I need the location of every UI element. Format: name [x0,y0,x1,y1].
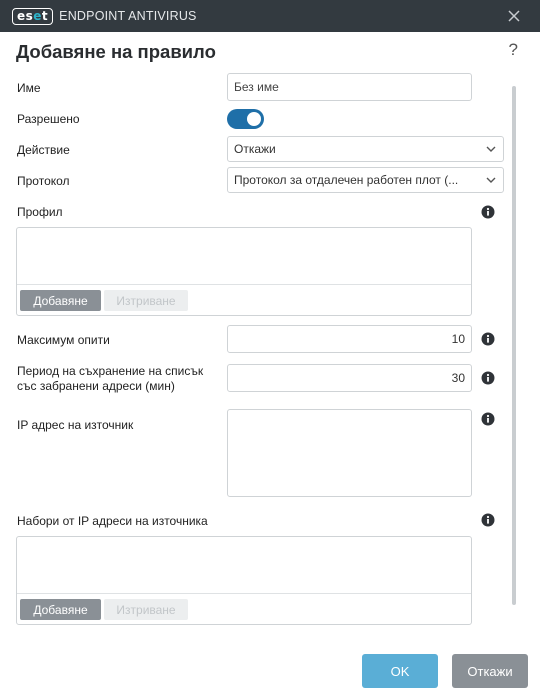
max-attempts-label: Максимум опити [17,333,110,347]
enabled-toggle[interactable] [227,109,264,129]
info-icon[interactable] [481,371,495,385]
app-name: ENDPOINT ANTIVIRUS [59,9,197,23]
protocol-select-value: Протокол за отдалечен работен плот (... [234,173,459,187]
info-icon[interactable] [481,412,495,426]
profile-delete-button: Изтриване [104,290,188,311]
close-icon [508,10,520,22]
window-titlebar: es e t ENDPOINT ANTIVIRUS [0,0,540,32]
source-ip-sets-list[interactable]: Добавяне Изтриване [16,536,472,625]
close-button[interactable] [506,8,522,24]
profile-label: Профил [17,205,63,219]
name-input[interactable]: Без име [227,73,472,101]
toggle-knob [247,112,261,126]
blacklist-period-label-line2: със забранени адреси (мин) [17,379,175,393]
info-icon[interactable] [481,513,495,527]
profile-list[interactable]: Добавяне Изтриване [16,227,472,316]
sets-delete-button: Изтриване [104,599,188,620]
profile-list-toolbar: Добавяне Изтриване [17,284,471,315]
source-ip-sets-label: Набори от IP адреси на източника [17,514,208,528]
ok-button[interactable]: OK [362,654,438,688]
page-title: Добавяне на правило [16,41,216,62]
chevron-down-icon [486,146,496,152]
protocol-label: Протокол [17,174,70,188]
protocol-select[interactable]: Протокол за отдалечен работен плот (... [227,167,504,193]
dialog-header: Добавяне на правило ? [0,32,540,72]
name-label: Име [17,81,41,95]
logo-text-left: es [17,9,34,23]
action-select[interactable]: Откажи [227,136,504,162]
info-icon[interactable] [481,332,495,346]
source-ip-label: IP адрес на източник [17,418,134,432]
cancel-button[interactable]: Откажи [452,654,528,688]
sets-add-button[interactable]: Добавяне [20,599,101,620]
vertical-scrollbar[interactable] [512,86,516,605]
help-button[interactable]: ? [509,40,518,60]
blacklist-period-input[interactable]: 30 [227,364,472,392]
blacklist-period-label: Период на съхранение на списък със забра… [17,364,203,394]
action-label: Действие [17,143,70,157]
blacklist-period-label-line1: Период на съхранение на списък [17,364,204,378]
source-ip-sets-toolbar: Добавяне Изтриване [17,593,471,624]
max-attempts-input[interactable]: 10 [227,325,472,353]
profile-add-button[interactable]: Добавяне [20,290,101,311]
chevron-down-icon [486,177,496,183]
enabled-label: Разрешено [17,112,80,126]
action-select-value: Откажи [234,142,276,156]
logo-text-mid: e [33,9,42,23]
logo-text-right: t [41,9,49,23]
eset-logo-mark: es e t [12,7,54,25]
eset-logo: es e t ENDPOINT ANTIVIRUS [12,7,197,25]
info-icon[interactable] [481,205,495,219]
source-ip-textarea[interactable] [227,409,472,497]
